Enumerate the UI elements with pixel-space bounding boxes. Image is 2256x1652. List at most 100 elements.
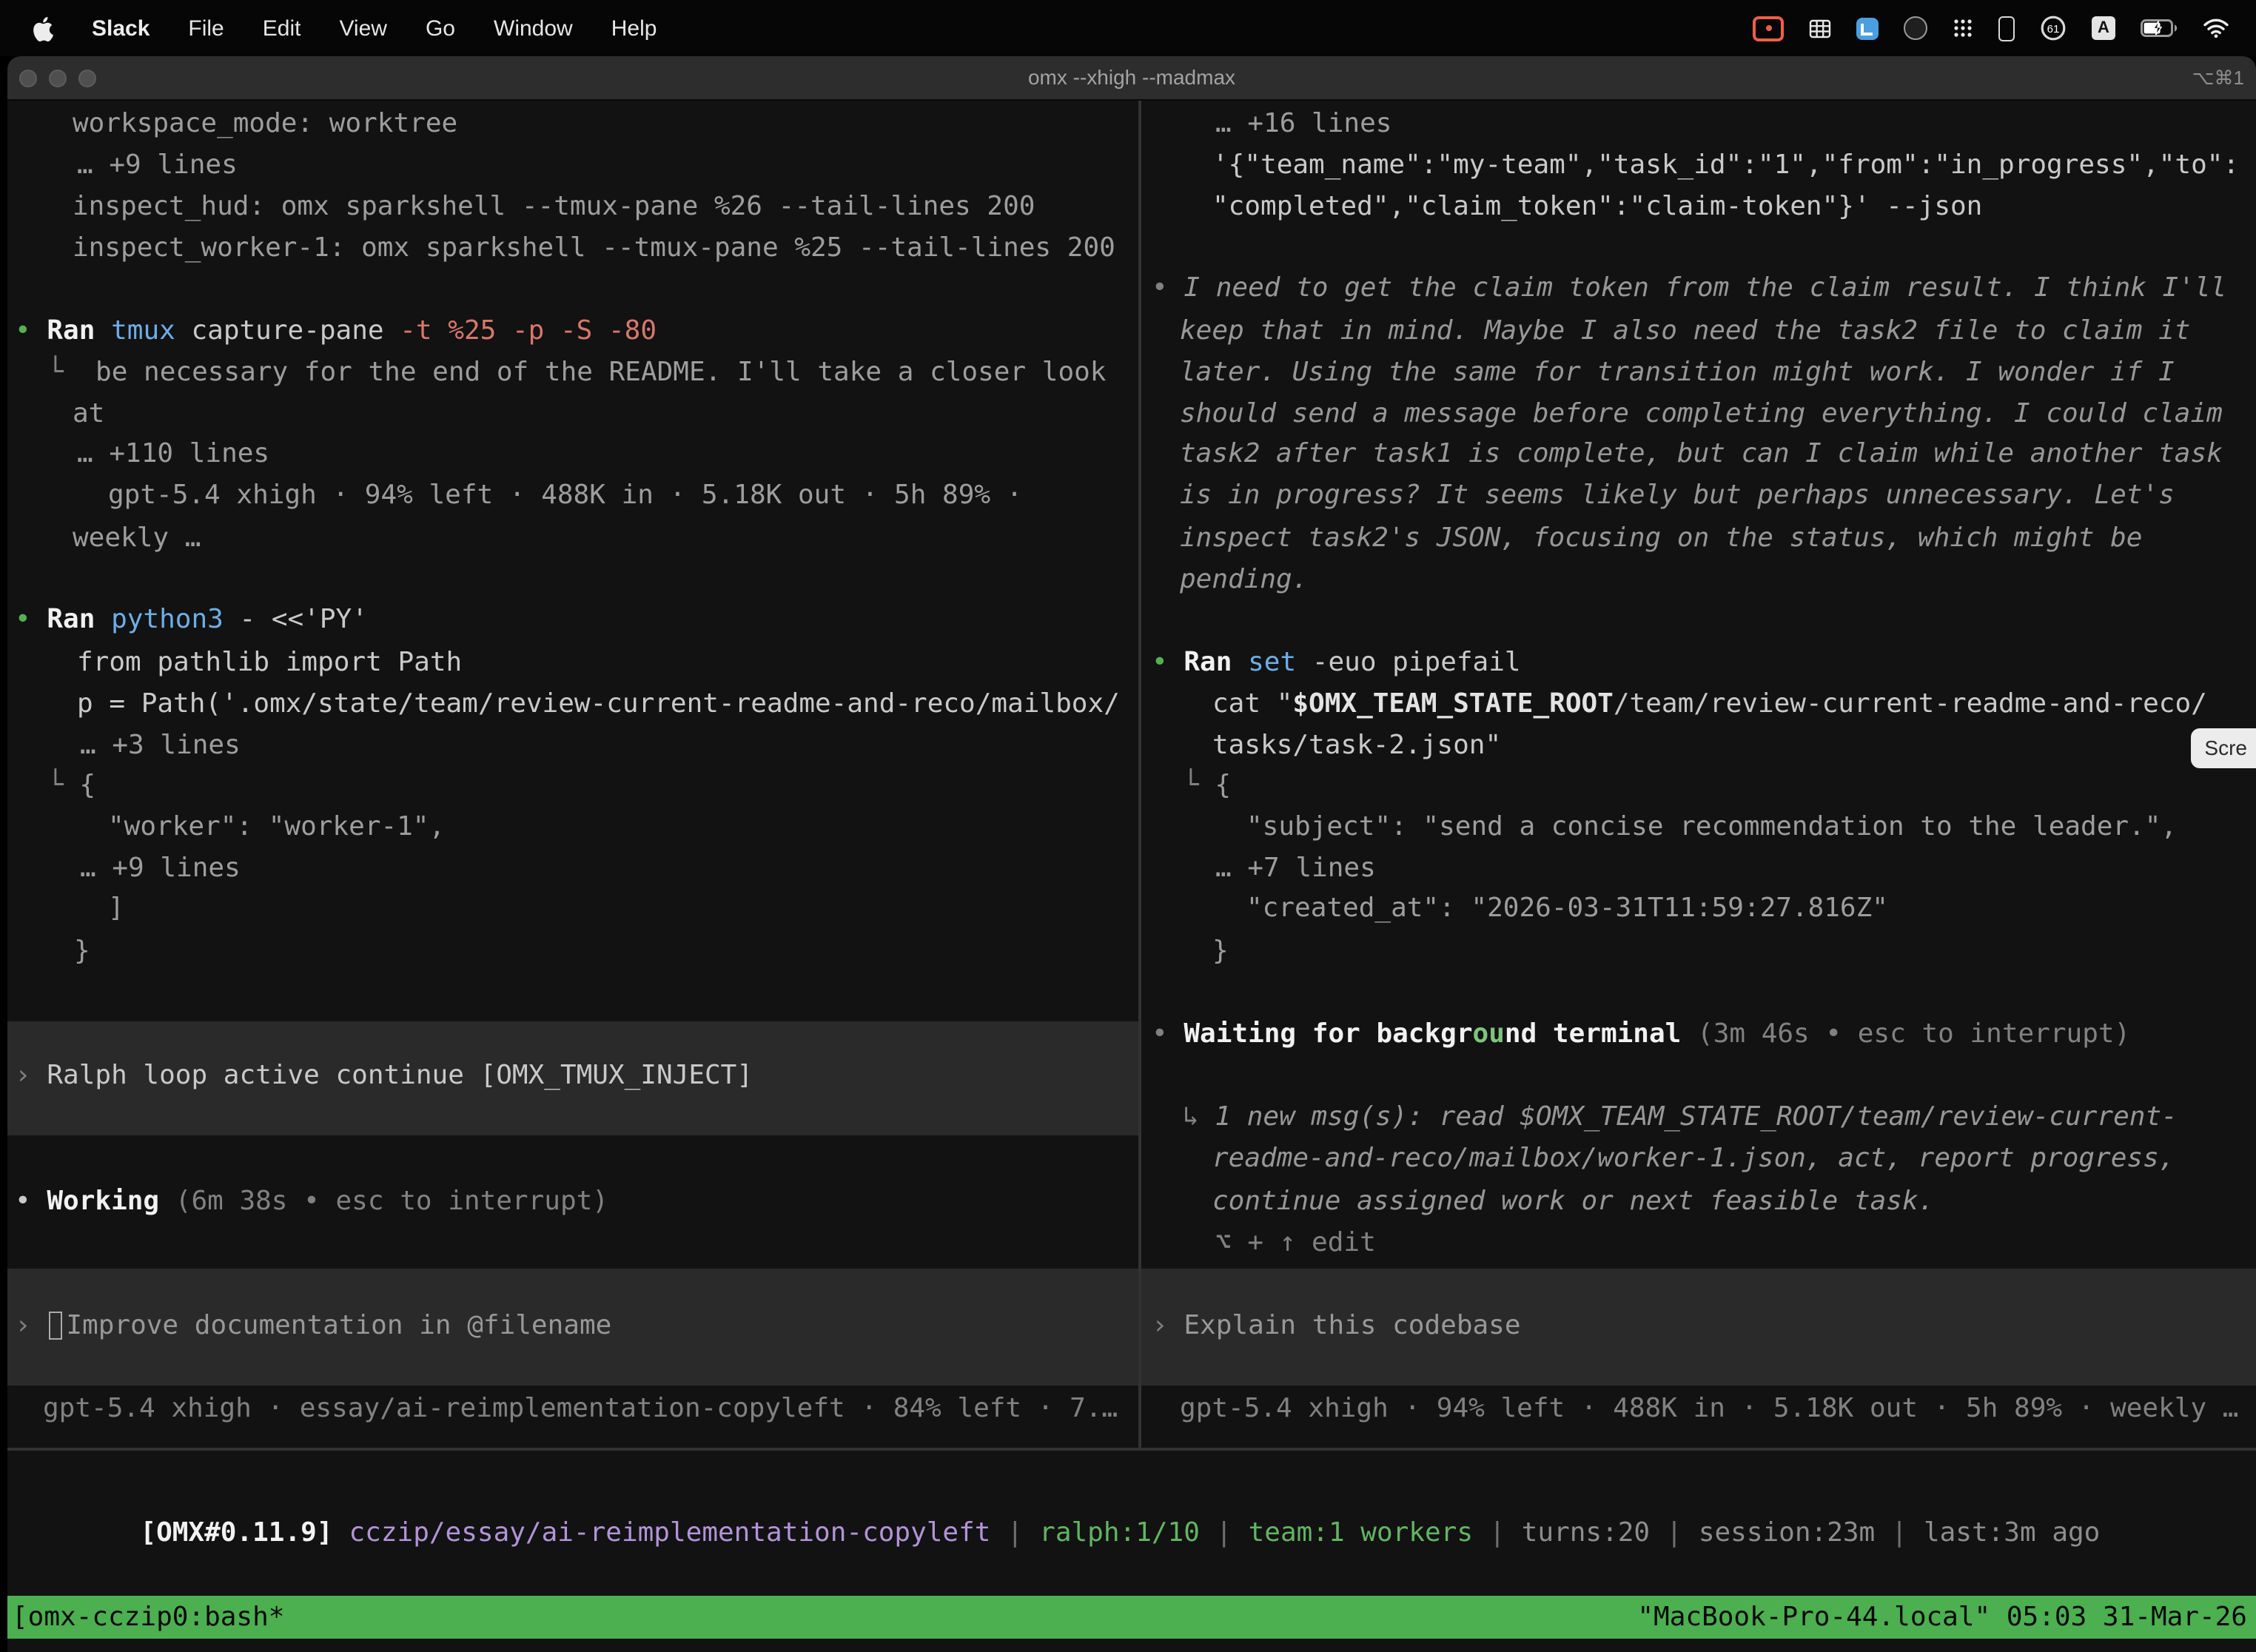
- text-segment: -t %25 -p -S -80: [400, 315, 657, 346]
- menu-bar-status-icons: 61 A: [1753, 15, 2256, 41]
- terminal-line: p = Path('.omx/state/team/review-current…: [77, 684, 1120, 725]
- text-segment: … +3 lines: [80, 730, 241, 761]
- spreadsheet-grid-icon[interactable]: [1809, 19, 1831, 38]
- desktop-screen: Slack File Edit View Go Window Help 61 A: [0, 0, 2256, 1652]
- terminal-line: └ be necessary for the end of the README…: [47, 352, 1107, 394]
- text-segment: tasks/task-2.json": [1212, 730, 1501, 761]
- text-segment: -euo pipefail: [1296, 647, 1520, 678]
- text-segment: Ralph loop active continue [OMX_TMUX_INJ…: [47, 1060, 753, 1091]
- text-segment: ›: [15, 1060, 47, 1091]
- circle-glyph-icon: [1904, 16, 1927, 40]
- text-segment: … +16 lines: [1215, 108, 1391, 139]
- omx-last-activity: last:3m ago: [1924, 1517, 2100, 1548]
- text-segment: … +110 lines: [77, 438, 269, 469]
- text-segment: I need to get the claim token from the c…: [1184, 272, 2226, 303]
- terminal-line: gpt-5.4 xhigh · essay/ai-reimplementatio…: [43, 1389, 1118, 1430]
- text-segment: inspect_worker-1: omx sparkshell --tmux-…: [73, 232, 1115, 263]
- raycast-icon[interactable]: [1856, 17, 1879, 39]
- terminal-line: └ {: [47, 765, 95, 807]
- text-segment: •: [15, 604, 47, 635]
- terminal-line: should send a message before completing …: [1180, 394, 2223, 435]
- text-segment: └: [47, 357, 95, 388]
- menu-app-name[interactable]: Slack: [92, 16, 150, 41]
- menu-item-view[interactable]: View: [339, 16, 387, 41]
- terminal-line: • Ran tmux capture-pane -t %25 -p -S -80: [15, 311, 657, 352]
- text-segment: Explain this codebase: [1184, 1310, 1520, 1341]
- terminal-line: • Working (6m 38s • esc to interrupt): [15, 1181, 608, 1223]
- terminal-line: inspect task2's JSON, focusing on the st…: [1180, 518, 2142, 560]
- dots-grid-icon[interactable]: [1953, 18, 1973, 38]
- text-segment: ›: [1152, 1310, 1184, 1341]
- text-segment: continue assigned work or next feasible …: [1212, 1186, 1934, 1217]
- terminal-line: … +9 lines: [77, 145, 238, 187]
- menu-item-edit[interactable]: Edit: [263, 16, 301, 41]
- terminal-line: task2 after task1 is complete, but can I…: [1180, 434, 2223, 475]
- text-segment: }: [1212, 936, 1229, 967]
- screen-recording-icon[interactable]: [1753, 16, 1784, 41]
- separator: |: [1216, 1517, 1232, 1548]
- text-segment: gpt-5.4 xhigh · essay/ai-reimplementatio…: [43, 1393, 1118, 1424]
- window-shortcut-hint: ⌥⌘1: [2192, 56, 2244, 99]
- apple-menu-icon[interactable]: [33, 16, 53, 41]
- pane-divider-vertical[interactable]: [1138, 101, 1141, 1448]
- text-segment: is in progress? It seems likely but perh…: [1180, 480, 2175, 511]
- text-segment: •: [1152, 647, 1184, 678]
- wifi-icon[interactable]: [2203, 18, 2229, 38]
- menu-bar: Slack File Edit View Go Window Help 61 A: [0, 0, 2256, 56]
- text-segment: cat ": [1212, 688, 1292, 719]
- separator: |: [1891, 1517, 1907, 1548]
- battery-gauge-icon[interactable]: 61: [2040, 15, 2067, 41]
- text-segment: ↳: [1183, 1101, 1215, 1132]
- terminal-line: }: [74, 931, 90, 973]
- battery-icon[interactable]: [2141, 19, 2178, 37]
- terminal-line: "completed","claim_token":"claim-token"}…: [1212, 187, 1982, 228]
- terminal-line: readme-and-reco/mailbox/worker-1.json, a…: [1212, 1138, 2175, 1180]
- text-segment: p = Path('.omx/state/team/review-current…: [77, 688, 1120, 719]
- terminal-line: ⌥ + ↑ edit: [1215, 1223, 1376, 1264]
- terminal-line: from pathlib import Path: [77, 642, 462, 684]
- app-circle-icon[interactable]: [1904, 16, 1927, 40]
- text-segment: Ran: [47, 604, 111, 635]
- text-segment: Waiting for backgr: [1184, 1018, 1472, 1050]
- omx-worktree-path: cczip/essay/ai-reimplementation-copyleft: [349, 1517, 991, 1548]
- text-segment: /team/review-current-readme-and-reco/: [1614, 688, 2207, 719]
- utility-pill-icon[interactable]: [1998, 16, 2015, 41]
- text-segment: ]: [108, 893, 124, 924]
- text-segment: … +9 lines: [77, 150, 238, 181]
- terminal-line: "subject": "send a concise recommendatio…: [1246, 807, 2177, 848]
- left-pane[interactable]: workspace_mode: worktree… +9 linesinspec…: [7, 101, 1138, 1448]
- terminal-window: omx --xhigh --madmax ⌥⌘1 workspace_mode:…: [7, 56, 2256, 1652]
- text-segment: └: [47, 770, 79, 801]
- text-segment: 1 new msg(s): read $OMX_TEAM_STATE_ROOT/…: [1215, 1101, 2177, 1132]
- text-segment: should send a message before completing …: [1180, 398, 2223, 429]
- text-segment: weekly …: [73, 523, 201, 554]
- menu-item-file[interactable]: File: [188, 16, 224, 41]
- terminal-line: pending.: [1180, 560, 1308, 601]
- window-title: omx --xhigh --madmax: [7, 56, 2256, 99]
- text-segment: ›: [15, 1310, 47, 1341]
- text-segment: … +9 lines: [80, 853, 241, 884]
- text-segment: … +7 lines: [1215, 853, 1376, 884]
- menu-item-window[interactable]: Window: [494, 16, 573, 41]
- text-segment: ou: [1473, 1018, 1505, 1050]
- input-source-icon[interactable]: A: [2092, 16, 2115, 40]
- omx-status-line: [OMX#0.11.9]cczip/essay/ai-reimplementat…: [12, 1471, 2100, 1513]
- pane-divider-horizontal[interactable]: [7, 1448, 2256, 1451]
- terminal-line: inspect_hud: omx sparkshell --tmux-pane …: [73, 187, 1035, 228]
- recording-dot-icon: [1765, 25, 1771, 31]
- terminal-line: tasks/task-2.json": [1212, 725, 1501, 767]
- right-pane[interactable]: … +16 lines'{"team_name":"my-team","task…: [1141, 101, 2256, 1448]
- text-segment: be necessary for the end of the README. …: [95, 357, 1106, 388]
- window-titlebar[interactable]: omx --xhigh --madmax ⌥⌘1: [7, 56, 2256, 101]
- menu-item-help[interactable]: Help: [611, 16, 657, 41]
- terminal-line: … +3 lines: [80, 725, 241, 767]
- text-segment: (3m 46s • esc to interrupt): [1681, 1018, 2130, 1050]
- terminal-line: keep that in mind. Maybe I also need the…: [1180, 311, 2190, 352]
- tmux-host-time: "MacBook-Pro-44.local" 05:03 31-Mar-26: [1637, 1602, 2247, 1633]
- separator: |: [1489, 1517, 1505, 1548]
- separator: |: [1666, 1517, 1682, 1548]
- text-segment: python3: [111, 604, 224, 635]
- text-segment: Ran: [47, 315, 111, 346]
- menu-item-go[interactable]: Go: [426, 16, 455, 41]
- text-segment: inspect_hud: omx sparkshell --tmux-pane …: [73, 191, 1035, 222]
